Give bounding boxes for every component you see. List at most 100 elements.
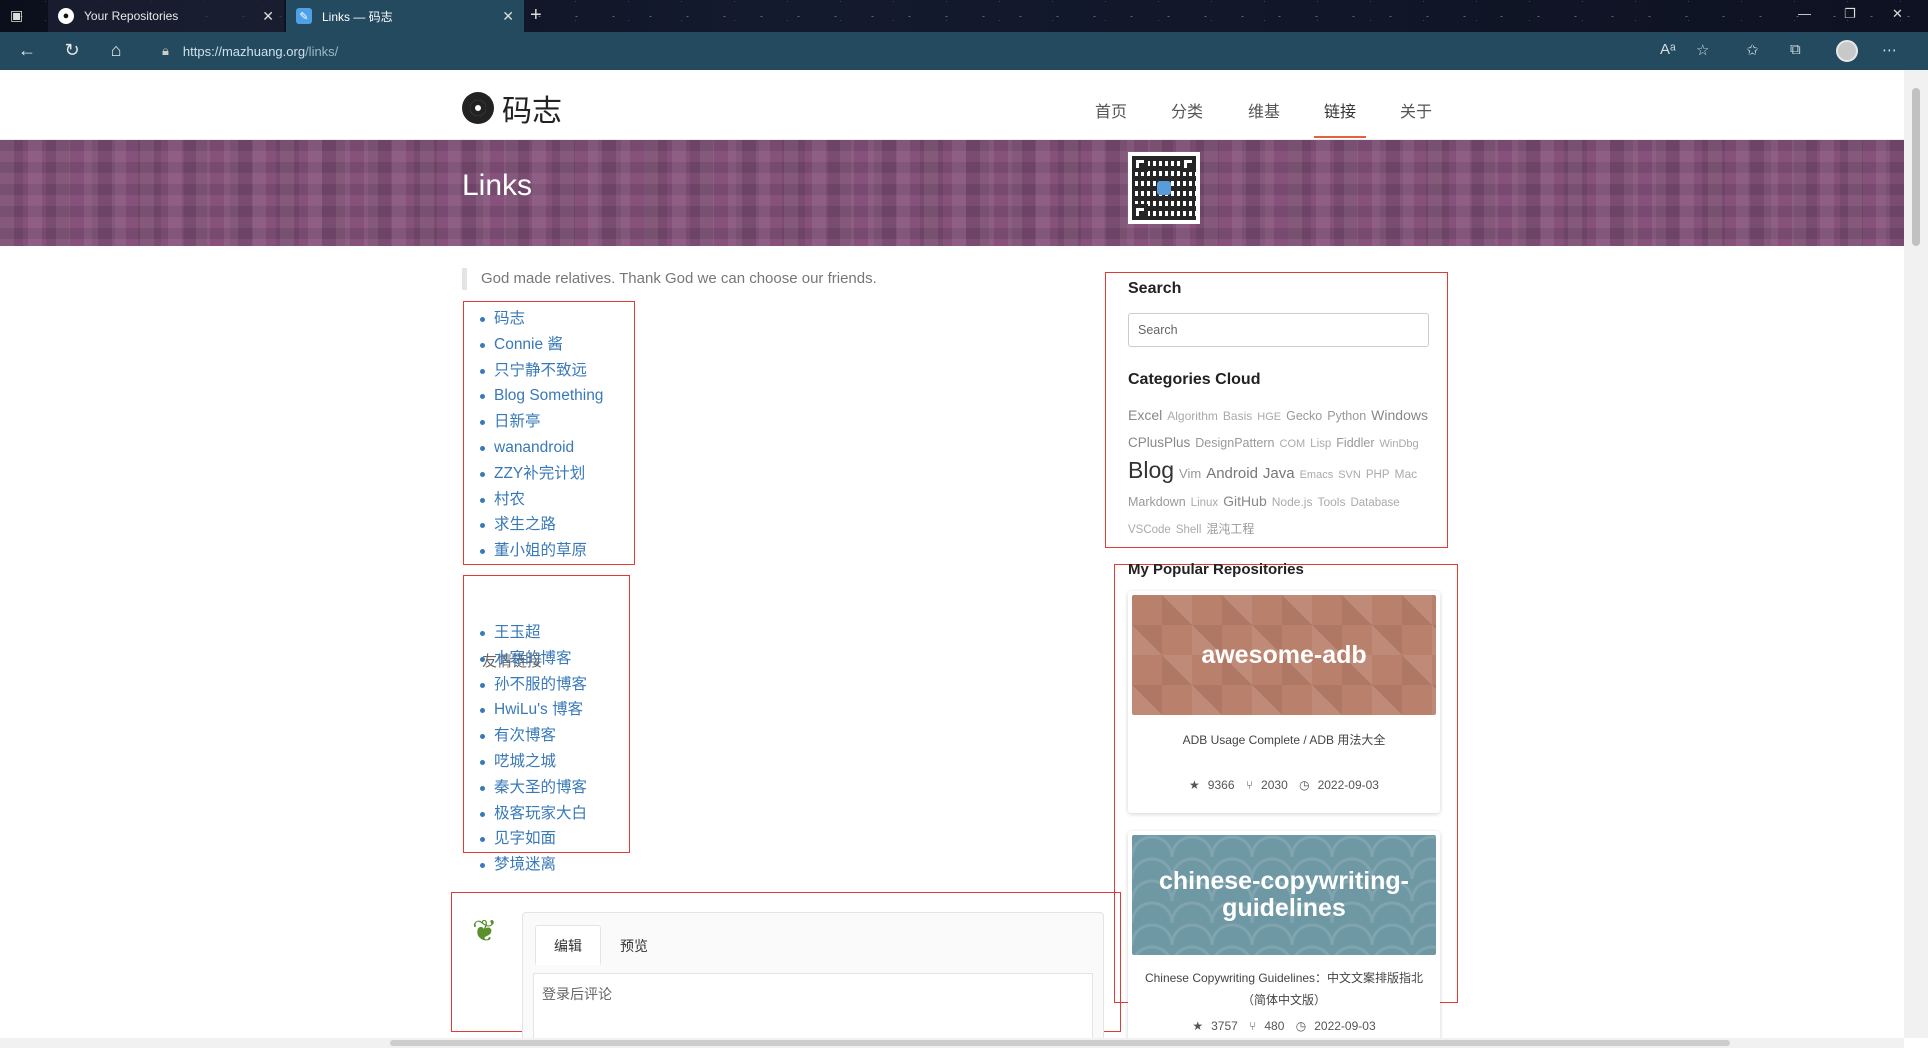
cloud-tag[interactable]: CPlusPlus	[1128, 435, 1190, 450]
cloud-tag[interactable]: 混沌工程	[1206, 522, 1254, 536]
page-title: Links	[462, 169, 533, 202]
friend-link[interactable]: 呓城之城	[494, 753, 556, 770]
friend-link[interactable]: 秦大圣的博客	[494, 779, 587, 796]
cloud-tag[interactable]: Vim	[1179, 466, 1201, 481]
read-aloud-icon[interactable]: Aᵃ	[1660, 41, 1676, 58]
list-item: 求生之路	[476, 512, 603, 538]
cloud-tag[interactable]: PHP	[1366, 469, 1390, 481]
cloud-tag[interactable]: GitHub	[1223, 493, 1267, 509]
new-tab-button[interactable]: +	[530, 4, 542, 27]
cloud-tag[interactable]: Markdown	[1128, 495, 1186, 509]
cloud-tag[interactable]: Gecko	[1286, 409, 1322, 423]
vertical-scrollbar[interactable]	[1904, 70, 1928, 1038]
friend-link[interactable]: 极客玩家大白	[494, 805, 587, 822]
cloud-tag[interactable]: HGE	[1257, 411, 1281, 423]
link[interactable]: 求生之路	[494, 516, 556, 533]
cloud-tag[interactable]: VSCode	[1128, 524, 1171, 536]
friends-list: 王玉超 水寒的博客 孙不服的博客 HwiLu's 博客 有次博客 呓城之城 秦大…	[476, 620, 587, 878]
cloud-tag[interactable]: WinDbg	[1380, 438, 1419, 450]
home-icon[interactable]: ⌂	[105, 40, 127, 61]
menu-home[interactable]: 首页	[1095, 98, 1127, 122]
cloud-tag[interactable]: Blog	[1128, 457, 1174, 483]
cloud-tag[interactable]: Mac	[1395, 467, 1418, 481]
list-item: Connie 酱	[476, 332, 603, 358]
profile-avatar[interactable]	[1836, 40, 1858, 62]
favorites-icon[interactable]: ✩	[1746, 41, 1759, 59]
cloud-tag[interactable]: SVN	[1338, 469, 1361, 481]
link[interactable]: 码志	[494, 310, 525, 327]
friend-link[interactable]: HwiLu's 博客	[494, 701, 583, 718]
cloud-tag[interactable]: Android	[1206, 465, 1258, 482]
horizontal-scrollbar[interactable]	[0, 1038, 1904, 1048]
cloud-tag[interactable]: Fiddler	[1336, 436, 1374, 450]
cloud-tag[interactable]: Python	[1327, 409, 1366, 423]
cloud-tag[interactable]: Node.js	[1272, 495, 1313, 509]
browser-tab-repositories[interactable]: ● Your Repositories ✕	[48, 0, 284, 32]
friend-link[interactable]: 见字如面	[494, 830, 556, 847]
link[interactable]: ZZY补完计划	[494, 465, 585, 482]
cloud-tag[interactable]: COM	[1280, 438, 1306, 450]
menu-about[interactable]: 关于	[1400, 98, 1432, 122]
url-field[interactable]: 🔒︎ https://mazhuang.org/links/	[148, 37, 1688, 65]
qr-logo-icon	[1157, 181, 1171, 195]
lock-icon[interactable]: 🔒︎	[162, 43, 169, 59]
scroll-thumb[interactable]	[390, 1040, 1730, 1046]
list-item: 孙不服的博客	[476, 672, 587, 698]
menu-links[interactable]: 链接	[1324, 98, 1356, 122]
link[interactable]: wanandroid	[494, 439, 574, 456]
friend-link[interactable]: 孙不服的博客	[494, 676, 587, 693]
repo-card[interactable]: awesome-adb ADB Usage Complete / ADB 用法大…	[1128, 591, 1440, 813]
menu-wiki[interactable]: 维基	[1248, 98, 1280, 122]
friend-link[interactable]: 王玉超	[494, 624, 541, 641]
collections-icon[interactable]: ⧉	[1790, 41, 1801, 58]
link[interactable]: 只宁静不致远	[494, 362, 587, 379]
menu-categories[interactable]: 分类	[1171, 98, 1203, 122]
cloud-tag[interactable]: Algorithm	[1167, 409, 1218, 423]
friend-link[interactable]: 有次博客	[494, 727, 556, 744]
link[interactable]: Connie 酱	[494, 336, 563, 353]
repo-card[interactable]: chinese-copywriting-guidelines Chinese C…	[1128, 831, 1440, 1038]
cloud-tag[interactable]: Basis	[1223, 409, 1252, 423]
back-icon[interactable]: ←	[16, 40, 38, 61]
categories-cloud-heading: Categories Cloud	[1128, 371, 1261, 388]
cloud-tag[interactable]: Linux	[1191, 497, 1219, 509]
cloud-tag[interactable]: Java	[1263, 465, 1295, 482]
cloud-tag[interactable]: Excel	[1128, 407, 1162, 423]
repo-cover[interactable]: chinese-copywriting-guidelines	[1132, 835, 1436, 955]
browser-tab-links[interactable]: ✎ Links — 码志 ✕	[286, 0, 524, 32]
list-item: 呓城之城	[476, 749, 587, 775]
scroll-thumb[interactable]	[1912, 88, 1920, 246]
tab-edit[interactable]: 编辑	[535, 925, 601, 965]
cloud-tag[interactable]: Emacs	[1300, 469, 1334, 481]
cloud-tag[interactable]: Lisp	[1310, 438, 1331, 450]
link[interactable]: 日新亭	[494, 413, 541, 430]
tab-preview[interactable]: 预览	[601, 925, 667, 965]
more-icon[interactable]: ⋯	[1882, 41, 1897, 59]
tab-actions-icon[interactable]: ▣	[10, 7, 28, 25]
comment-textarea[interactable]: 登录后评论	[533, 973, 1093, 1038]
leaf-avatar-icon: ❦	[472, 915, 498, 948]
brand-link[interactable]: 码志	[462, 86, 562, 130]
friend-link[interactable]: 水寒的博客	[494, 650, 572, 667]
add-favorite-icon[interactable]: ☆	[1696, 41, 1709, 59]
repo-cover[interactable]: awesome-adb	[1132, 595, 1436, 715]
close-icon[interactable]: ✕	[262, 8, 274, 25]
list-item: 日新亭	[476, 409, 603, 435]
maximize-icon[interactable]: ❐	[1844, 6, 1856, 22]
link[interactable]: 村农	[494, 491, 525, 508]
link[interactable]: Blog Something	[494, 387, 603, 404]
window-close-icon[interactable]: ✕	[1892, 6, 1903, 22]
cloud-tag[interactable]: DesignPattern	[1195, 436, 1274, 450]
cloud-tag[interactable]: Database	[1350, 497, 1399, 509]
cloud-tag[interactable]: Shell	[1176, 524, 1202, 536]
search-input[interactable]	[1128, 313, 1429, 347]
cloud-tag[interactable]: Tools	[1317, 495, 1345, 509]
link[interactable]: 董小姐的草原	[494, 542, 587, 559]
list-item: 水寒的博客	[476, 646, 587, 672]
cloud-tag[interactable]: Windows	[1371, 407, 1428, 423]
close-icon[interactable]: ✕	[502, 8, 514, 25]
refresh-icon[interactable]: ↻	[61, 40, 83, 61]
minimize-icon[interactable]: —	[1798, 6, 1811, 21]
fork-icon: ⑂	[1245, 778, 1254, 792]
friend-link[interactable]: 梦境迷离	[494, 856, 556, 873]
